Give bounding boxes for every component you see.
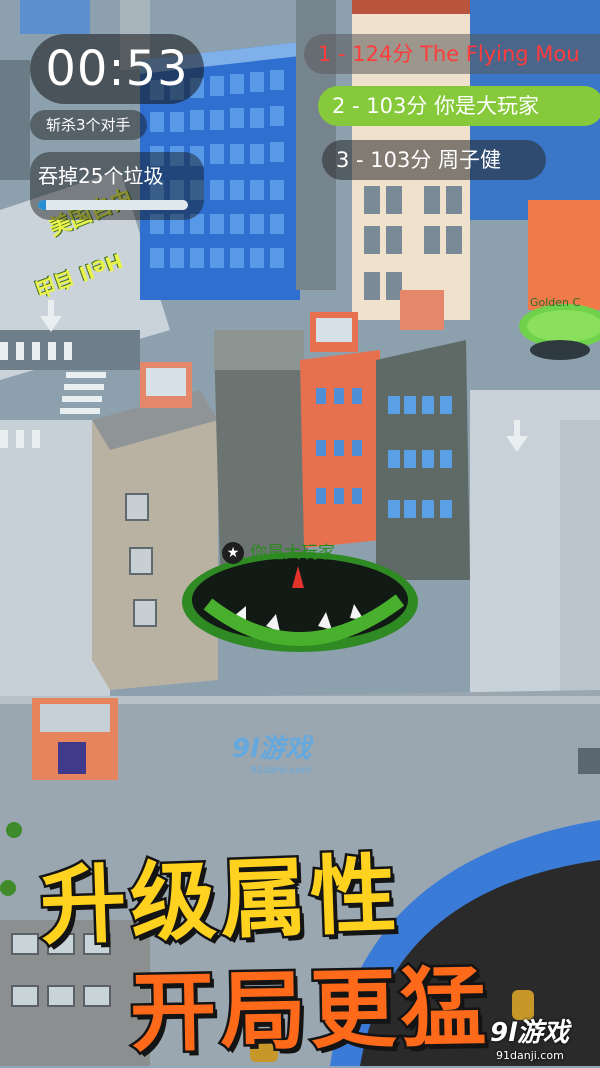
leaderboard-row-1: 1 - 124分 The Flying Mou <box>304 34 600 74</box>
watermark-corner-brand: 9l游戏 <box>490 1018 570 1048</box>
watermark-corner-site: 91danji.com <box>496 1049 564 1062</box>
rival-name-tag: Golden C <box>530 296 581 309</box>
player-name: 你是大玩家 <box>250 543 335 563</box>
watermark-site: 91danji.com <box>250 765 312 776</box>
watermark-center: 9l游戏 91danji.com <box>232 728 312 776</box>
leaderboard-row-3: 3 - 103分 周子健 <box>322 140 546 180</box>
watermark-corner: 9l游戏 91danji.com <box>490 1012 569 1062</box>
watermark-brand: 9l游戏 <box>232 734 312 764</box>
eat-trash-quest: 吞掉25个垃圾 <box>30 152 204 220</box>
quest-progress-bar <box>38 200 188 210</box>
quest-progress-fill <box>38 200 46 210</box>
leaderboard-row-2: 2 - 103分 你是大玩家 <box>318 86 600 126</box>
match-timer: 00:53 <box>30 34 204 104</box>
star-icon: ★ <box>222 542 244 564</box>
promo-headline-2: 开局更猛 <box>127 955 494 1066</box>
quest-label: 吞掉25个垃圾 <box>38 164 164 188</box>
kill-task: 斩杀3个对手 <box>30 110 147 140</box>
player-name-tag: ★ 你是大玩家 <box>222 538 335 564</box>
